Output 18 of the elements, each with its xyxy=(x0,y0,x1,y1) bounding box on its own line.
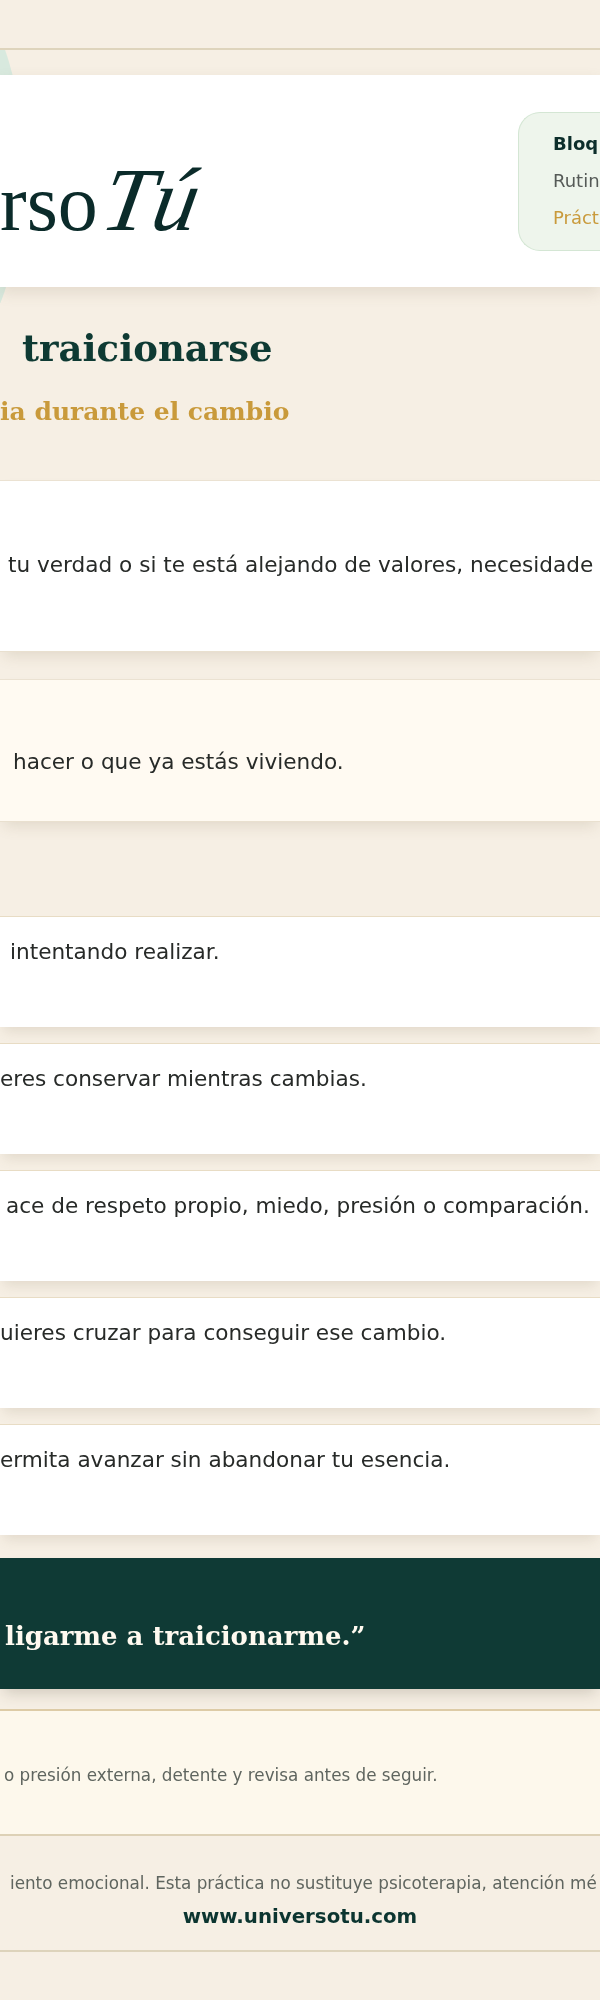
step-text: intentando realizar. xyxy=(10,939,220,964)
info-subtitle: Rutin xyxy=(553,169,600,193)
note-text: o presión externa, detente y revisa antes de seguir. xyxy=(4,1764,438,1787)
logo-text: rso xyxy=(0,163,98,243)
info-tag: Práct xyxy=(553,206,600,230)
page-subtitle: ia durante el cambio xyxy=(0,396,291,428)
disclaimer-text: iento emocional. Esta práctica no sustituye psicoterapia, atención mé xyxy=(9,1872,597,1895)
info-title: Bloq xyxy=(553,132,600,156)
step-text: ermita avanzar sin abandonar tu esencia. xyxy=(0,1447,451,1472)
step-text: eres conservar mientras cambias. xyxy=(0,1066,367,1091)
step-text: ace de respeto propio, miedo, presión o comparación. xyxy=(6,1193,590,1218)
step-text: uieres cruzar para conseguir ese cambio. xyxy=(0,1320,447,1345)
website-link[interactable]: www.universotu.com xyxy=(182,1904,418,1930)
quote-text: ligarme a traicionarme.” xyxy=(5,1620,366,1653)
intro-text: hacer o que ya estás viviendo. xyxy=(13,749,344,774)
logo-script-text: Tú xyxy=(95,155,207,245)
page-title: traicionarse xyxy=(21,326,274,370)
intro-text: tu verdad o si te está alejando de valores, necesidade xyxy=(8,552,594,577)
